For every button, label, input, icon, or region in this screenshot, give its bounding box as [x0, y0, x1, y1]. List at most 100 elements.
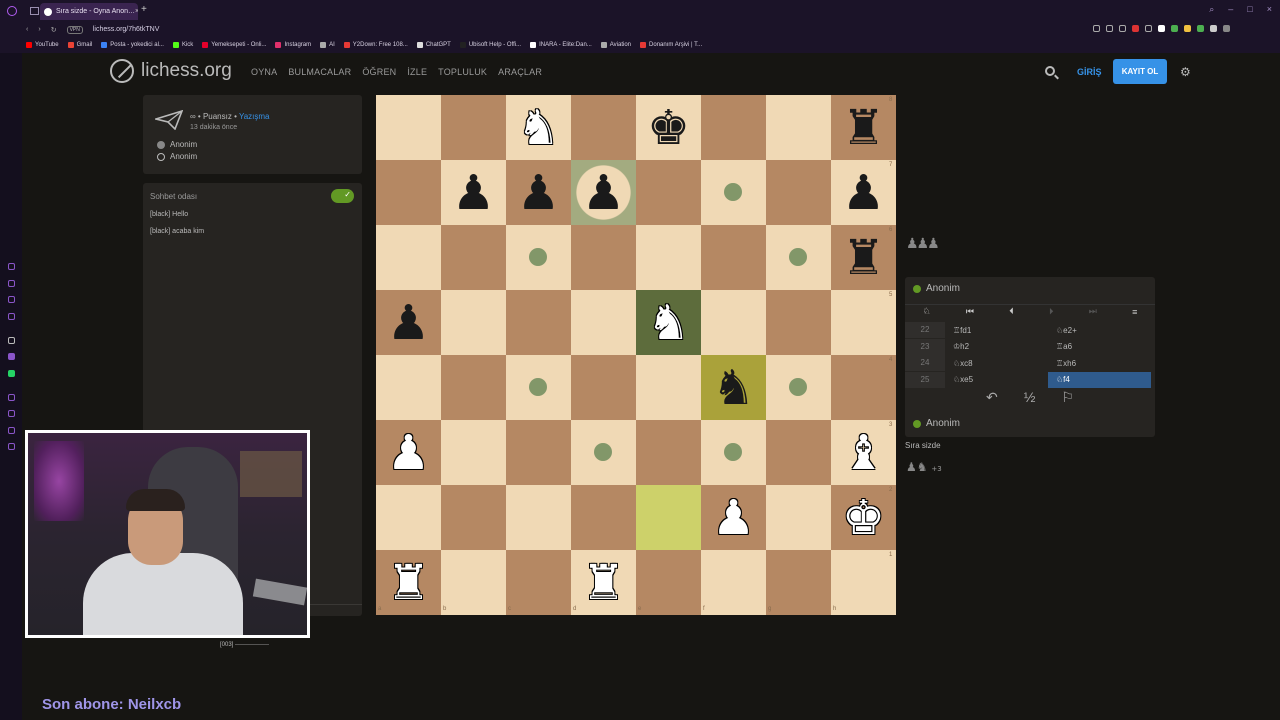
bookmark-item[interactable]: Instagram [275, 42, 311, 48]
board-square[interactable] [766, 550, 831, 615]
forward-icon[interactable]: › [38, 26, 40, 34]
board-square[interactable] [506, 290, 571, 355]
extension-icon[interactable] [1197, 25, 1204, 32]
white-piece[interactable]: ♟ [376, 420, 441, 485]
menu-icon[interactable]: ≡ [1132, 307, 1137, 317]
player-white[interactable]: Anonim [157, 152, 197, 161]
extension-icon[interactable] [1132, 25, 1139, 32]
white-piece[interactable]: ♝ [831, 420, 896, 485]
player-black[interactable]: Anonim [157, 140, 197, 149]
bookmark-item[interactable]: INARA - Elite:Dan... [530, 42, 592, 48]
board-square[interactable] [441, 550, 506, 615]
board-square[interactable] [766, 95, 831, 160]
extension-icon[interactable] [1223, 25, 1230, 32]
white-move[interactable]: ♘xe5 [945, 375, 1048, 384]
bookmark-item[interactable]: Aviation [600, 42, 631, 48]
board-square[interactable] [766, 160, 831, 225]
board-square[interactable] [441, 355, 506, 420]
black-piece[interactable]: ♟ [376, 290, 441, 355]
first-move-icon[interactable]: ⏮ [966, 306, 974, 317]
board-square[interactable] [766, 290, 831, 355]
extension-icon[interactable] [1184, 25, 1191, 32]
bookmark-item[interactable]: Y2Down: Free 108... [343, 42, 408, 48]
url-field[interactable]: lichess.org/7h6tkTNV [93, 26, 160, 33]
legal-move-dot[interactable] [789, 378, 807, 396]
browser-logo-icon[interactable] [7, 6, 17, 16]
white-move[interactable]: ♖fd1 [945, 326, 1048, 335]
board-square[interactable] [701, 95, 766, 160]
white-piece[interactable]: ♚ [831, 485, 896, 550]
legal-move-dot[interactable] [724, 443, 742, 461]
board-square[interactable] [441, 420, 506, 485]
board-square[interactable] [376, 225, 441, 290]
white-piece[interactable]: ♜ [376, 550, 441, 615]
bookmark-item[interactable]: ChatGPT [416, 42, 451, 48]
extension-icon[interactable] [1171, 25, 1178, 32]
board-square[interactable] [636, 355, 701, 420]
board-square[interactable] [636, 550, 701, 615]
white-piece[interactable]: ♞ [506, 95, 571, 160]
legal-move-dot[interactable] [529, 378, 547, 396]
board-square[interactable] [571, 485, 636, 550]
close-tab-icon[interactable]: × [135, 8, 138, 15]
tab-overview-icon[interactable] [30, 7, 39, 15]
black-piece[interactable]: ♟ [506, 160, 571, 225]
black-piece[interactable]: ♞ [701, 355, 766, 420]
correspondence-link[interactable]: Yazışma [239, 112, 270, 121]
browser-tab-active[interactable]: Sıra sizde - Oyna Anon… × [40, 3, 138, 20]
close-window-icon[interactable]: × [1267, 4, 1272, 15]
black-piece[interactable]: ♜ [831, 95, 896, 160]
bookmark-item[interactable]: YouTube [26, 42, 59, 48]
maximize-icon[interactable]: □ [1247, 4, 1252, 15]
black-move[interactable]: ♖xh6 [1048, 359, 1151, 368]
white-move[interactable]: ♔h2 [945, 342, 1048, 351]
board-square[interactable] [376, 485, 441, 550]
board-square[interactable] [636, 225, 701, 290]
heart-icon[interactable] [1145, 25, 1152, 32]
board-square[interactable] [441, 95, 506, 160]
new-tab-icon[interactable]: + [141, 4, 147, 15]
nav-item[interactable]: İZLE [407, 67, 427, 77]
signup-button[interactable]: KAYIT OL [1113, 59, 1167, 84]
legal-move-dot[interactable] [724, 183, 742, 201]
board-square[interactable] [376, 355, 441, 420]
prev-move-icon[interactable]: ⏴ [1009, 306, 1014, 317]
board-square[interactable] [376, 160, 441, 225]
black-piece[interactable]: ♟ [571, 160, 636, 225]
board-square[interactable] [766, 485, 831, 550]
extension-icon[interactable] [1106, 25, 1113, 32]
board-square[interactable] [831, 355, 896, 420]
bookmark-item[interactable]: Kick [172, 42, 193, 48]
nav-item[interactable]: BULMACALAR [288, 67, 351, 77]
shield-icon[interactable] [1119, 25, 1126, 32]
offer-draw-icon[interactable]: ½ [1024, 389, 1036, 406]
board-square[interactable] [441, 290, 506, 355]
white-piece[interactable]: ♞ [636, 290, 701, 355]
board-square[interactable] [571, 225, 636, 290]
board-square[interactable] [831, 290, 896, 355]
black-piece[interactable]: ♚ [636, 95, 701, 160]
bookmark-item[interactable]: AI [320, 42, 335, 48]
bookmark-item[interactable]: Gmail [67, 42, 92, 48]
extension-icon[interactable] [1158, 25, 1165, 32]
board-square[interactable] [701, 225, 766, 290]
analysis-icon[interactable]: ♘ [923, 306, 931, 317]
board-square[interactable] [571, 355, 636, 420]
sidebar-icon[interactable] [8, 410, 15, 417]
extension-icon[interactable] [1093, 25, 1100, 32]
nav-item[interactable]: ARAÇLAR [498, 67, 542, 77]
board-square[interactable] [441, 485, 506, 550]
black-move[interactable]: ♘f4 [1048, 371, 1151, 388]
black-piece[interactable]: ♟ [831, 160, 896, 225]
white-move[interactable]: ♘xc8 [945, 359, 1048, 368]
black-piece[interactable]: ♜ [831, 225, 896, 290]
sidebar-icon[interactable] [8, 394, 15, 401]
bookmark-item[interactable]: Posta - yokedici al... [101, 42, 164, 48]
board-square[interactable] [636, 420, 701, 485]
site-logo[interactable]: lichess.org [110, 59, 232, 83]
white-piece[interactable]: ♜ [571, 550, 636, 615]
sidebar-icon[interactable] [8, 263, 15, 270]
bookmark-item[interactable]: Ubisoft Help - Offi... [459, 42, 521, 48]
white-piece[interactable]: ♟ [701, 485, 766, 550]
board-square[interactable] [701, 550, 766, 615]
